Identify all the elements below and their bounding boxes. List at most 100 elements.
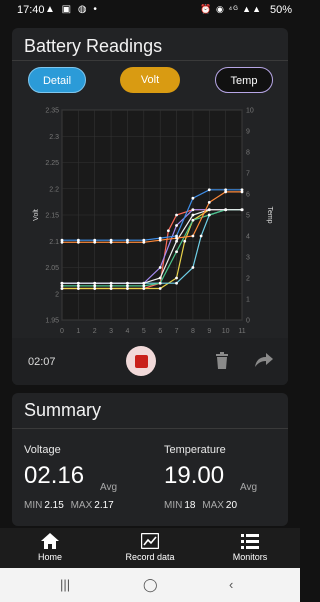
home-icon	[41, 533, 59, 549]
volt-data-point	[76, 287, 80, 290]
share-icon[interactable]	[255, 353, 273, 367]
x-tick-label: 8	[191, 328, 195, 335]
temperature-max-label: MAX	[202, 500, 224, 511]
y2-tick-label: 5	[246, 213, 250, 220]
x-tick-label: 11	[238, 328, 245, 335]
volt-data-point	[175, 281, 178, 285]
y2-tick-label: 6	[246, 192, 250, 199]
volt-data-point	[175, 224, 178, 227]
temp-data-point	[60, 238, 64, 242]
temperature-value: 19.00	[164, 462, 225, 489]
tab-temp[interactable]: Temp	[215, 67, 273, 93]
y-tick-label: 2.3	[49, 134, 59, 141]
tab-volt[interactable]: Volt	[120, 67, 180, 93]
temperature-min-label: MIN	[164, 500, 183, 511]
volt-data-point	[126, 284, 129, 288]
temp-data-point	[76, 238, 80, 242]
y-tick-label: 2	[55, 291, 59, 298]
volt-data-point	[60, 284, 64, 288]
volt-data-point	[60, 287, 64, 290]
trash-icon[interactable]	[215, 352, 229, 369]
nav-home-label: Home	[37, 552, 62, 562]
volt-data-point	[109, 281, 113, 285]
temp-data-point	[240, 188, 244, 192]
y2-tick-label: 0	[246, 318, 250, 325]
voltage-minmax: MIN 2.15 MAX 2.17	[24, 500, 114, 511]
system-navigation-bar: ||| ◯ ‹	[0, 568, 300, 602]
x-tick-label: 10	[222, 328, 230, 335]
title-divider	[12, 60, 288, 61]
y-tick-label: 1.95	[45, 318, 59, 325]
home-system-icon[interactable]: ◯	[143, 577, 158, 593]
volt-data-point	[76, 284, 80, 288]
y-tick-label: 2.25	[45, 160, 59, 167]
temp-data-point	[224, 188, 228, 192]
stop-icon	[134, 354, 148, 368]
temp-data-point	[191, 234, 195, 238]
y-tick-label: 2.15	[45, 213, 59, 220]
volt-data-point	[166, 229, 170, 233]
x-tick-label: 1	[76, 328, 80, 335]
bottom-navigation: Home Record data Monitors	[0, 528, 300, 568]
clock: 17:40	[17, 4, 45, 16]
y-tick-label: 2.35	[45, 108, 59, 115]
stop-recording-button[interactable]	[126, 346, 156, 376]
elapsed-time: 02:07	[28, 356, 56, 368]
x-tick-label: 7	[175, 328, 179, 335]
volt-data-point	[175, 239, 178, 243]
temp-data-point	[191, 196, 195, 200]
temp-data-point	[207, 188, 211, 192]
temp-data-point	[207, 201, 211, 204]
tab-detail[interactable]: Detail	[28, 67, 86, 93]
voltage-min-label: MIN	[24, 500, 43, 511]
temperature-minmax: MIN 18 MAX 20	[164, 500, 237, 511]
voltage-avg-label: Avg	[100, 482, 118, 493]
temp-data-point	[93, 238, 97, 242]
x-tick-label: 3	[109, 328, 113, 335]
temperature-max: 20	[225, 500, 238, 511]
back-icon[interactable]: ‹	[229, 577, 233, 592]
x-tick-label: 0	[60, 328, 64, 335]
recent-apps-icon[interactable]: |||	[60, 577, 70, 592]
battery-chart: 0 1 2 3 4 5 6 7 8 9 10 111.9522.052.12.152.22.252.3…	[33, 108, 273, 336]
voltage-label: Voltage	[24, 444, 61, 456]
volt-data-point	[224, 208, 228, 212]
nav-record-label: Record data	[125, 552, 175, 562]
temp-data-point	[126, 238, 129, 242]
y-tick-label: 2.2	[49, 186, 59, 193]
summary-title: Summary	[24, 400, 102, 420]
temp-data-point	[175, 234, 178, 238]
summary-card: Summary Voltage 02.16 Avg MIN 2.15 MAX 2.1…	[12, 393, 288, 526]
y2-tick-label: 10	[246, 108, 254, 115]
notification-icons: ▲ ▣ ◍ •	[45, 4, 99, 15]
y-axis-label: Volt	[33, 209, 40, 221]
volt-data-point	[158, 281, 162, 285]
recording-controls: 02:07	[12, 338, 288, 385]
status-bar: 17:40 ▲ ▣ ◍ • ⏰ ◉ ⁴ᴳ ▲▲ 50%	[0, 0, 300, 20]
nav-home[interactable]: Home	[25, 528, 75, 568]
x-tick-label: 9	[207, 328, 211, 335]
temperature-min: 18	[184, 500, 196, 511]
list-icon	[241, 534, 259, 549]
volt-data-point	[60, 281, 64, 285]
volt-data-point	[240, 208, 244, 212]
y2-tick-label: 4	[246, 234, 250, 241]
readings-title: Battery Readings	[24, 36, 163, 56]
volt-data-point	[207, 213, 211, 217]
volt-data-point	[158, 276, 162, 280]
y2-tick-label: 8	[246, 150, 250, 157]
volt-data-point	[191, 266, 195, 269]
volt-data-point	[109, 284, 113, 288]
volt-data-point	[158, 266, 162, 269]
y2-tick-label: 1	[246, 297, 250, 304]
temp-data-point	[142, 238, 146, 242]
temp-data-point	[158, 236, 162, 240]
battery-percentage: 50%	[269, 4, 292, 16]
temp-data-point	[109, 238, 113, 242]
voltage-max-label: MAX	[70, 500, 93, 511]
nav-monitors-label: Monitors	[232, 552, 268, 562]
volt-data-point	[142, 287, 146, 290]
nav-monitors[interactable]: Monitors	[220, 528, 280, 568]
voltage-value: 02.16	[24, 462, 85, 489]
nav-record-data[interactable]: Record data	[110, 528, 190, 568]
